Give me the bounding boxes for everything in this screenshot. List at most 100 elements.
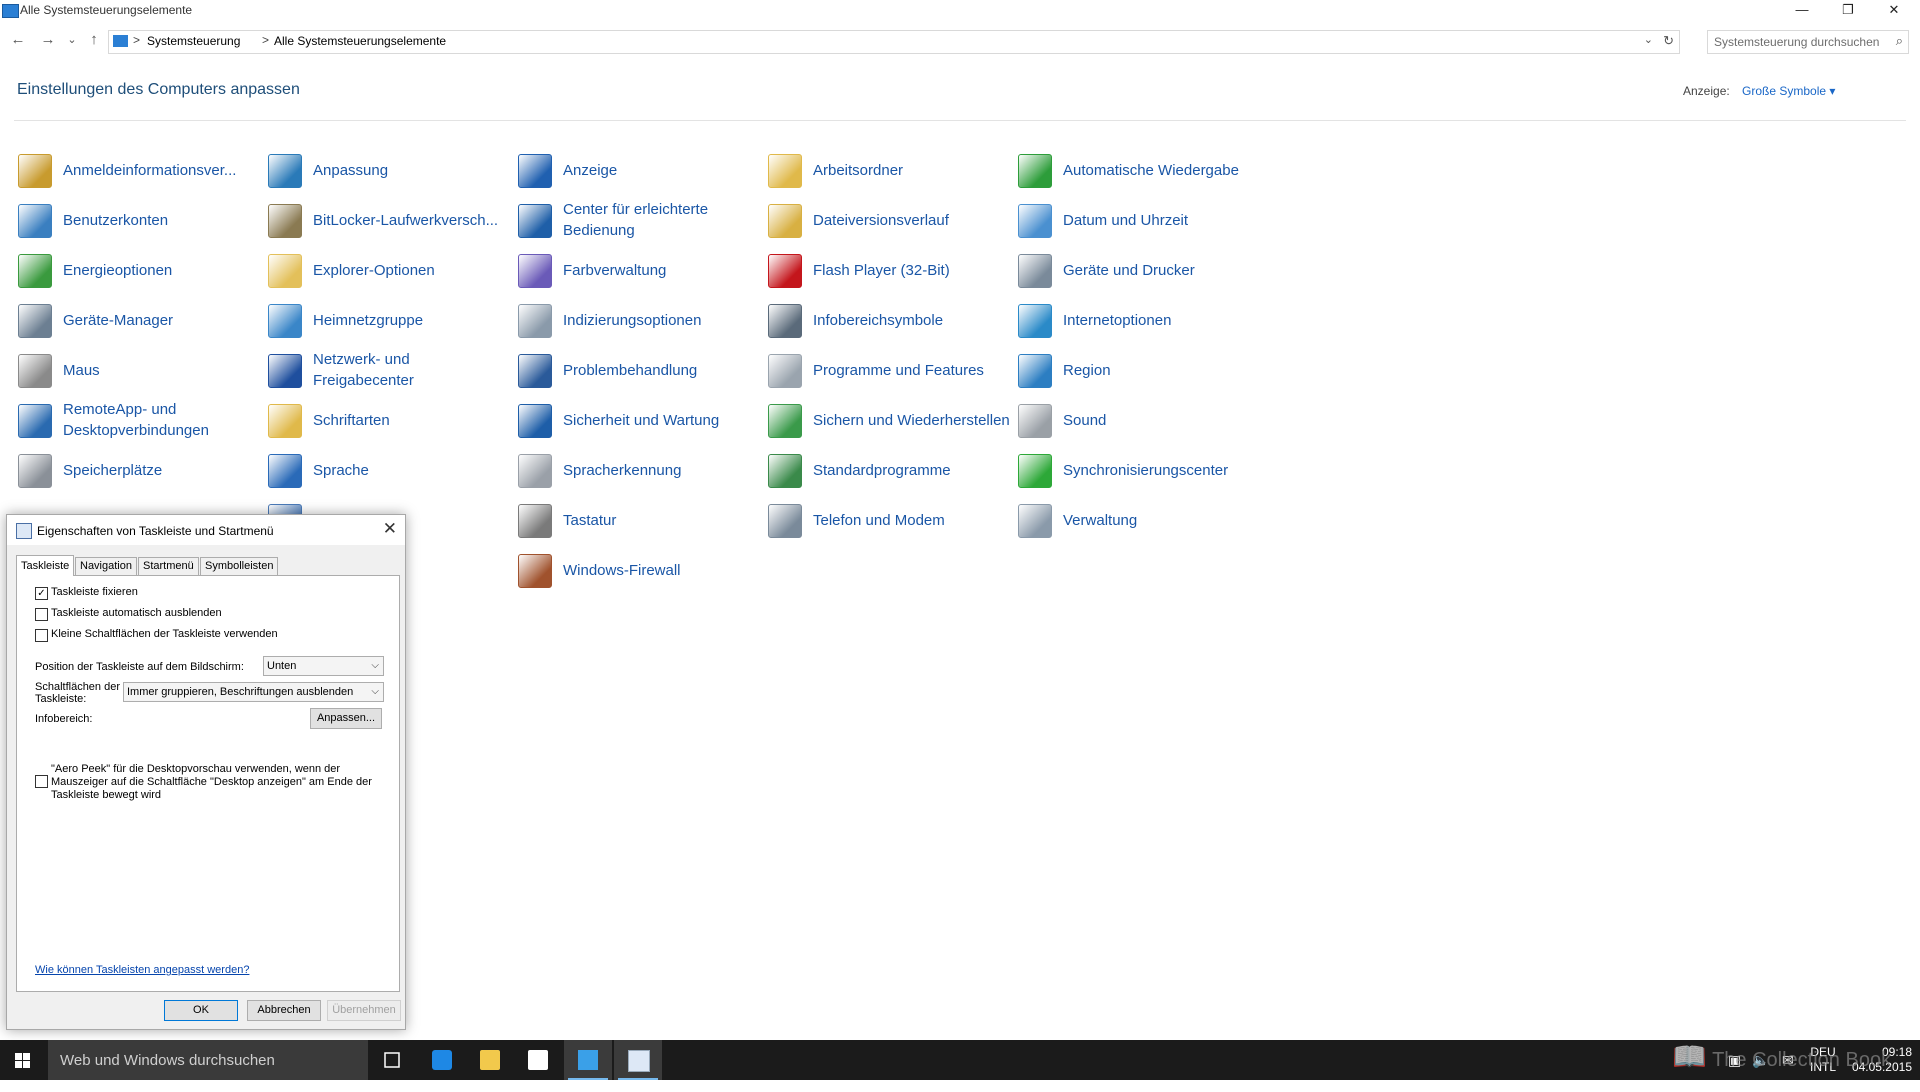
search-input[interactable]: Systemsteuerung durchsuchen [1714,35,1879,49]
refresh-icon[interactable]: ↻ [1663,33,1674,49]
small-buttons-label: Kleine Schaltflächen der Taskleiste verw… [51,628,278,640]
control-panel-item[interactable]: Problembehandlung [518,350,758,390]
position-select[interactable]: Unten ⌵ [263,656,384,676]
control-panel-item[interactable]: Benutzerkonten [18,200,258,240]
control-panel-item-label: Region [1063,361,1111,379]
tab-navigation[interactable]: Navigation [75,557,137,575]
help-link[interactable]: Wie können Taskleisten angepasst werden? [35,964,249,976]
search-icon[interactable]: ⌕ [1896,33,1903,49]
control-panel-item[interactable]: Sichern und Wiederherstellen [768,400,1010,440]
control-panel-item[interactable]: Sicherheit und Wartung [518,400,758,440]
close-button[interactable]: ✕ [1871,0,1917,22]
taskbar-store-button[interactable] [514,1040,562,1080]
control-panel-item[interactable]: Energieoptionen [18,250,258,290]
aero-peek-checkbox[interactable] [35,775,48,788]
control-panel-item[interactable]: Telefon und Modem [768,500,1008,540]
apply-button[interactable]: Übernehmen [327,1000,401,1021]
taskbar-properties-button[interactable] [614,1040,662,1080]
taskbar-search-box[interactable]: Web und Windows durchsuchen [48,1040,368,1080]
sync-center-icon [1018,454,1052,488]
start-button[interactable] [0,1040,48,1080]
control-panel-item[interactable]: Internetoptionen [1018,300,1258,340]
position-label: Position der Taskleiste auf dem Bildschi… [35,661,244,673]
recent-locations-button[interactable]: ⌄ [62,33,82,46]
control-panel-item[interactable]: Flash Player (32-Bit) [768,250,1008,290]
control-panel-item[interactable]: Sound [1018,400,1258,440]
control-panel-item[interactable]: Indizierungsoptionen [518,300,758,340]
control-panel-item[interactable]: Verwaltung [1018,500,1258,540]
security-maintenance-icon [518,404,552,438]
address-bar[interactable]: > Systemsteuerung > Alle Systemsteuerung… [108,30,1680,54]
up-button[interactable]: ↑ [84,31,104,48]
control-panel-item[interactable]: Farbverwaltung [518,250,758,290]
dialog-close-button[interactable]: ✕ [383,519,397,539]
control-panel-item[interactable]: Tastatur [518,500,758,540]
control-panel-item-label: Datum und Uhrzeit [1063,211,1189,229]
minimize-button[interactable]: — [1779,0,1825,22]
taskbar-control-panel-button[interactable] [564,1040,612,1080]
breadcrumb-separator: > [133,33,141,47]
cancel-button[interactable]: Abbrechen [247,1000,321,1021]
control-panel-item[interactable]: Center für erleichterte Bedienung [518,200,758,240]
control-panel-item[interactable]: Netzwerk- und Freigabecenter [268,350,508,390]
control-panel-item[interactable]: Automatische Wiedergabe [1018,150,1258,190]
control-panel-item[interactable]: Anmeldeinformationsver... [18,150,258,190]
control-panel-item[interactable]: Region [1018,350,1258,390]
control-panel-item[interactable]: Standardprogramme [768,450,1008,490]
tab-taskleiste[interactable]: Taskleiste [16,555,75,576]
control-panel-item-label: Netzwerk- und Freigabecenter [313,351,414,389]
taskbar-explorer-button[interactable] [466,1040,514,1080]
view-mode-dropdown[interactable]: Große Symbole ▾ [1742,84,1835,98]
auto-hide-checkbox[interactable] [35,608,48,621]
lock-taskbar-checkbox[interactable]: ✓ [35,587,48,600]
keyboard-icon [518,504,552,538]
control-panel-item[interactable]: Geräte und Drucker [1018,250,1258,290]
back-button[interactable]: ← [8,31,28,48]
restore-button[interactable]: ❐ [1825,0,1871,22]
control-panel-item[interactable]: Synchronisierungscenter [1018,450,1258,490]
control-panel-item[interactable]: Dateiversionsverlauf [768,200,1008,240]
work-folders-icon [768,154,802,188]
control-panel-item[interactable]: Spracherkennung [518,450,758,490]
control-panel-item[interactable]: Datum und Uhrzeit [1018,200,1258,240]
control-panel-item[interactable]: Infobereichsymbole [768,300,1008,340]
taskbar-search-input[interactable]: Web und Windows durchsuchen [60,1052,275,1069]
forward-button[interactable]: → [38,31,58,48]
personalization-icon [268,154,302,188]
task-view-button[interactable] [368,1040,416,1080]
taskbar-browser-button[interactable] [418,1040,466,1080]
control-panel-item-label: Farbverwaltung [563,261,667,279]
region-icon [1018,354,1052,388]
remoteapp-icon [18,404,52,438]
control-panel-item[interactable]: Programme und Features [768,350,1008,390]
search-box[interactable]: Systemsteuerung durchsuchen ⌕ [1707,30,1909,54]
control-panel-item[interactable]: Arbeitsordner [768,150,1008,190]
control-panel-item[interactable]: Geräte-Manager [18,300,258,340]
ok-button[interactable]: OK [164,1000,238,1021]
control-panel-item[interactable]: Anzeige [518,150,758,190]
taskbar-buttons-select[interactable]: Immer gruppieren, Beschriftungen ausblen… [123,682,384,702]
control-panel-item[interactable]: Windows-Firewall [518,550,758,590]
ease-of-access-icon [518,204,552,238]
control-panel-item[interactable]: BitLocker-Laufwerkversch... [268,200,508,240]
breadcrumb-systemsteuerung[interactable]: Systemsteuerung [147,34,240,48]
control-panel-item-label: BitLocker-Laufwerkversch... [313,211,499,229]
control-panel-item[interactable]: Schriftarten [268,400,508,440]
control-panel-item[interactable]: Sprache [268,450,508,490]
file-history-icon [768,204,802,238]
control-panel-item[interactable]: Maus [18,350,258,390]
small-buttons-checkbox[interactable] [35,629,48,642]
customize-button[interactable]: Anpassen... [310,708,382,729]
control-panel-item-label: Spracherkennung [563,461,682,479]
control-panel-item-label: Sprache [313,461,369,479]
control-panel-item[interactable]: Speicherplätze [18,450,258,490]
tab-symbolleisten[interactable]: Symbolleisten [200,557,279,575]
control-panel-item[interactable]: RemoteApp- und Desktopverbindungen [18,400,258,440]
breadcrumb-all-items[interactable]: Alle Systemsteuerungselemente [274,34,446,48]
control-panel-item[interactable]: Explorer-Optionen [268,250,508,290]
fonts-icon [268,404,302,438]
chevron-down-icon[interactable]: ⌄ [1644,33,1653,46]
control-panel-item[interactable]: Anpassung [268,150,508,190]
tab-startmenu[interactable]: Startmenü [138,557,199,575]
control-panel-item[interactable]: Heimnetzgruppe [268,300,508,340]
